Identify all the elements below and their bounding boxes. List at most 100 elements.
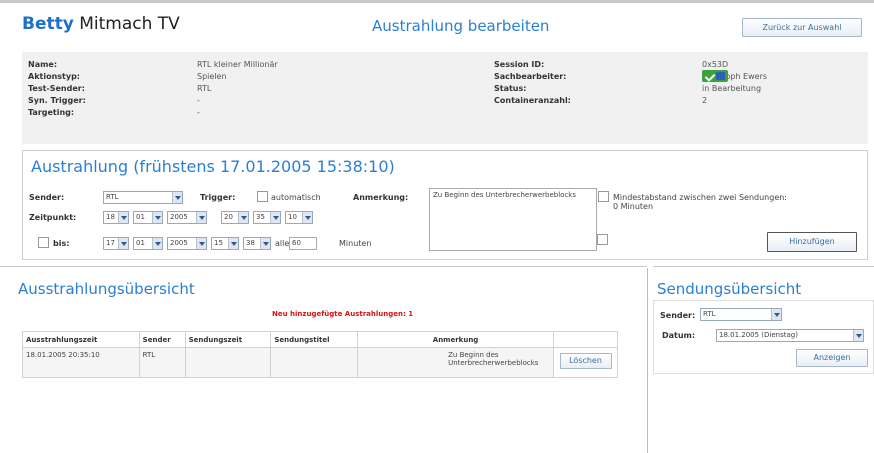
logo-rest: Mitmach TV xyxy=(73,14,180,34)
broadcast-form-title: Austrahlung (frühstens 17.01.2005 15:38:… xyxy=(31,157,395,176)
chevron-down-icon xyxy=(152,238,162,249)
sender-select-value: RTL xyxy=(106,193,119,201)
chevron-down-icon xyxy=(118,238,128,249)
cell-action: Löschen xyxy=(553,347,618,378)
col-header: Sendungszeit xyxy=(184,331,272,348)
info-value: 0x53D xyxy=(702,60,729,69)
shows-date-label: Datum: xyxy=(662,331,696,340)
logo-bold: Betty xyxy=(22,14,74,34)
zeit-minute-select[interactable]: 35 xyxy=(253,211,281,224)
broadcast-form: Austrahlung (frühstens 17.01.2005 15:38:… xyxy=(22,150,868,260)
chevron-down-icon xyxy=(196,238,206,249)
chevron-down-icon xyxy=(771,309,781,320)
chevron-down-icon xyxy=(853,330,863,341)
info-value: RTL kleiner Millionär xyxy=(197,60,278,69)
zeit-day-select[interactable]: 18 xyxy=(103,211,129,224)
add-button[interactable]: Hinzufügen xyxy=(767,232,857,252)
shows-sender-value: RTL xyxy=(703,310,716,318)
bis-day-select[interactable]: 17 xyxy=(103,237,129,250)
back-to-selection-button[interactable]: Zurück zur Auswahl xyxy=(742,18,862,37)
mindestabstand-label: Mindestabstand zwischen zwei Sendungen: xyxy=(613,193,787,202)
bis-minute-select[interactable]: 38 xyxy=(243,237,271,250)
info-value: - xyxy=(197,108,200,117)
shows-sender-select[interactable]: RTL xyxy=(700,308,782,321)
info-value: 2 xyxy=(702,96,708,105)
show-button[interactable]: Anzeigen xyxy=(796,349,868,367)
zeit-second-select[interactable]: 10 xyxy=(285,211,313,224)
mindestabstand-value: 0 Minuten xyxy=(613,202,654,211)
zeit-hour-value: 20 xyxy=(224,213,233,221)
info-key: Containeranzahl: xyxy=(494,96,571,105)
delete-button[interactable]: Löschen xyxy=(559,353,612,369)
chevron-down-icon xyxy=(172,192,182,203)
col-header xyxy=(553,331,618,348)
table-header-row: Ausstrahlungszeit Sender Sendungszeit Se… xyxy=(22,331,618,348)
info-value: - xyxy=(197,96,200,105)
zeit-second-value: 10 xyxy=(288,213,297,221)
sender-select[interactable]: RTL xyxy=(103,191,183,204)
zeit-day-value: 18 xyxy=(106,213,115,221)
chevron-down-icon xyxy=(270,212,280,223)
shows-date-value: 18.01.2005 (Dienstag) xyxy=(719,331,798,339)
bis-month-value: 01 xyxy=(136,239,145,247)
info-key: Status: xyxy=(494,84,527,93)
col-header: Ausstrahlungszeit xyxy=(22,331,140,348)
bis-label: bis: xyxy=(53,239,70,248)
cell-sendungszeit xyxy=(184,347,272,378)
info-key: Session ID: xyxy=(494,60,545,69)
chevron-down-icon xyxy=(228,238,238,249)
info-key: Sachbearbeiter: xyxy=(494,72,567,81)
bis-day-value: 17 xyxy=(106,239,115,247)
shows-sender-label: Sender: xyxy=(660,311,696,320)
chevron-down-icon xyxy=(260,238,270,249)
interval-input[interactable]: 60 xyxy=(289,237,317,250)
minuten-label: Minuten xyxy=(339,239,372,248)
chevron-down-icon xyxy=(196,212,206,223)
column-divider xyxy=(647,268,648,453)
mindestabstand-checkbox[interactable] xyxy=(598,191,609,202)
shows-title: Sendungsübersicht xyxy=(657,280,802,298)
bis-year-value: 2005 xyxy=(170,239,188,247)
chevron-down-icon xyxy=(118,212,128,223)
zeit-month-value: 01 xyxy=(136,213,145,221)
info-key: Syn. Trigger: xyxy=(28,96,86,105)
broadcast-table: Ausstrahlungszeit Sender Sendungszeit Se… xyxy=(22,331,618,378)
bis-month-select[interactable]: 01 xyxy=(133,237,163,250)
session-info-panel: Name: RTL kleiner Millionär Aktionstyp: … xyxy=(22,52,868,144)
trigger-auto-checkbox[interactable] xyxy=(257,191,268,202)
info-value: in Bearbeitung xyxy=(702,84,762,93)
zeit-year-select[interactable]: 2005 xyxy=(167,211,207,224)
bis-hour-select[interactable]: 15 xyxy=(211,237,239,250)
check-globe-icon[interactable] xyxy=(702,70,728,82)
shows-date-select[interactable]: 18.01.2005 (Dienstag) xyxy=(716,329,864,342)
bis-hour-value: 15 xyxy=(214,239,223,247)
bis-checkbox[interactable] xyxy=(38,237,49,248)
chevron-down-icon xyxy=(238,212,248,223)
anmerkung-textarea[interactable]: Zu Beginn des Unterbrecherwerbeblocks xyxy=(429,188,597,251)
cell-anmerkung: Zu Beginn des Unterbrecherwerbeblocks xyxy=(357,347,554,378)
cell-titel xyxy=(270,347,359,378)
bis-year-select[interactable]: 2005 xyxy=(167,237,207,250)
info-value: Spielen xyxy=(197,72,227,81)
zeit-month-select[interactable]: 01 xyxy=(133,211,163,224)
col-header: Sender xyxy=(138,331,186,348)
page-title: Austrahlung bearbeiten xyxy=(372,17,550,35)
zeit-minute-value: 35 xyxy=(256,213,265,221)
trigger-label: Trigger: xyxy=(200,193,236,202)
table-row: 18.01.2005 20:35:10 RTL Zu Beginn des Un… xyxy=(22,347,618,378)
info-key: Aktionstyp: xyxy=(28,72,80,81)
zeit-year-value: 2005 xyxy=(170,213,188,221)
new-broadcasts-notice: Neu hinzugefügte Austrahlungen: 1 xyxy=(272,310,414,318)
overview-title: Ausstrahlungsübersicht xyxy=(18,280,195,298)
trigger-auto-label: automatisch xyxy=(271,193,321,202)
extra-checkbox[interactable] xyxy=(597,234,608,245)
col-header: Sendungstitel xyxy=(270,331,359,348)
info-key: Test-Sender: xyxy=(28,84,85,93)
info-value: RTL xyxy=(197,84,212,93)
info-key: Targeting: xyxy=(28,108,75,117)
section-divider xyxy=(0,266,647,267)
chevron-down-icon xyxy=(152,212,162,223)
anmerkung-label: Anmerkung: xyxy=(353,193,409,202)
chevron-down-icon xyxy=(302,212,312,223)
zeit-hour-select[interactable]: 20 xyxy=(221,211,249,224)
